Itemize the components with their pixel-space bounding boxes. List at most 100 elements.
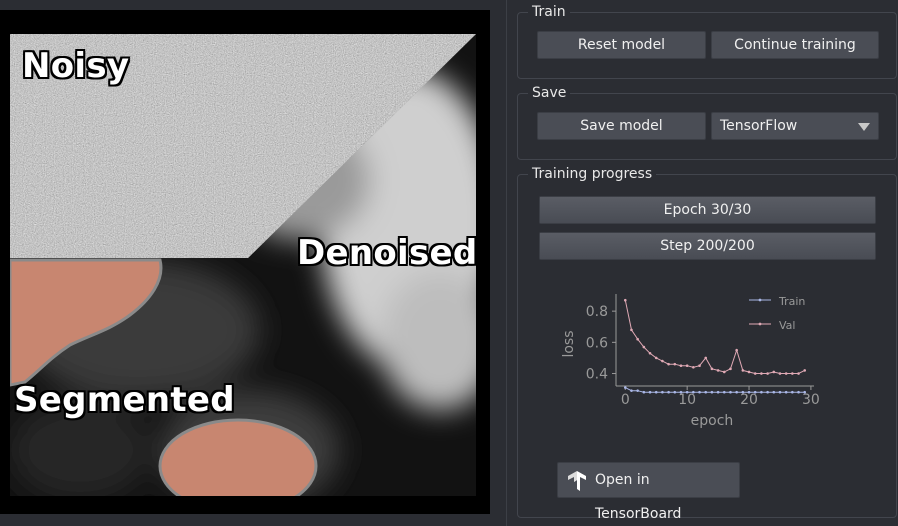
data-point-val bbox=[679, 364, 683, 368]
data-point-train bbox=[735, 390, 738, 394]
data-point-val bbox=[766, 372, 769, 375]
data-point-train bbox=[778, 390, 782, 394]
loss-chart: 0 10 20 30 0.4 0.6 0.8 epoch loss Train Val bbox=[561, 294, 820, 429]
data-point-train bbox=[698, 390, 701, 394]
series-line-val bbox=[624, 300, 805, 374]
data-point-train bbox=[791, 390, 794, 394]
y-tick-label: 0.6 bbox=[586, 335, 608, 351]
data-point-val bbox=[797, 372, 800, 375]
step-progress-bar: Step 200/200 bbox=[539, 232, 876, 260]
data-point-train bbox=[710, 390, 714, 394]
data-point-train bbox=[772, 390, 776, 394]
data-point-train bbox=[661, 390, 664, 394]
data-point-val bbox=[704, 356, 708, 360]
epoch-progress-bar: Epoch 30/30 bbox=[539, 196, 876, 224]
series-line-train bbox=[625, 387, 805, 393]
legend-marker-train bbox=[758, 298, 762, 302]
data-point-train bbox=[766, 390, 769, 394]
data-point-train bbox=[797, 390, 800, 394]
data-point-val bbox=[667, 362, 670, 366]
denoised-label: Denoised bbox=[297, 233, 478, 273]
y-tick-label: 0.8 bbox=[586, 304, 608, 320]
format-select[interactable]: TensorFlow bbox=[711, 112, 879, 140]
reset-model-button[interactable]: Reset model bbox=[537, 31, 706, 59]
data-point-val bbox=[753, 372, 757, 375]
x-tick-label: 0 bbox=[621, 392, 630, 408]
data-point-train bbox=[623, 386, 627, 389]
data-point-val bbox=[735, 348, 738, 352]
data-point-val bbox=[747, 370, 751, 374]
step-progress-label: Step 200/200 bbox=[660, 238, 755, 254]
x-axis-label: epoch bbox=[691, 413, 734, 429]
data-point-val bbox=[630, 328, 633, 332]
data-point-train bbox=[722, 390, 726, 394]
data-point-train bbox=[636, 389, 639, 392]
data-point-val bbox=[642, 345, 646, 349]
data-point-val bbox=[760, 372, 763, 375]
x-tick-label: 20 bbox=[740, 392, 758, 408]
data-point-val bbox=[692, 365, 695, 369]
data-point-train bbox=[729, 390, 732, 394]
train-group-title: Train bbox=[528, 4, 570, 20]
tensorflow-logo-icon bbox=[568, 471, 586, 491]
data-point-val bbox=[654, 356, 658, 360]
y-axis-label: loss bbox=[561, 330, 577, 357]
y-tick-label: 0.4 bbox=[586, 367, 608, 383]
data-point-val bbox=[698, 364, 701, 368]
open-tensorboard-label: Open in TensorBoard bbox=[595, 472, 682, 522]
data-point-val bbox=[729, 367, 732, 371]
segment-region bbox=[158, 418, 318, 496]
app-root: Noisy Denoised Segmented Train Reset mod… bbox=[0, 0, 898, 526]
legend-marker-val bbox=[758, 322, 762, 326]
x-tick-label: 30 bbox=[802, 392, 820, 408]
data-point-train bbox=[747, 390, 751, 394]
data-point-val bbox=[685, 364, 689, 368]
data-point-val bbox=[648, 351, 652, 355]
save-group: Save Save model TensorFlow bbox=[517, 85, 897, 160]
data-point-train bbox=[685, 390, 689, 394]
data-point-val bbox=[791, 372, 794, 375]
x-tick-label: 10 bbox=[678, 392, 696, 408]
format-select-value: TensorFlow bbox=[720, 118, 798, 134]
data-point-train bbox=[704, 390, 708, 394]
data-point-train bbox=[741, 390, 745, 394]
data-point-val bbox=[623, 298, 627, 302]
legend-label-val: Val bbox=[779, 319, 795, 332]
data-point-train bbox=[679, 390, 683, 394]
continue-training-button[interactable]: Continue training bbox=[711, 31, 879, 59]
data-point-val bbox=[722, 370, 726, 374]
noisy-label: Noisy bbox=[22, 46, 130, 86]
save-model-button[interactable]: Save model bbox=[537, 112, 706, 140]
open-tensorboard-button[interactable]: Open in TensorBoard bbox=[557, 462, 740, 522]
data-point-train bbox=[642, 390, 646, 394]
image-viewer[interactable]: Noisy Denoised Segmented bbox=[0, 10, 490, 514]
data-point-val bbox=[661, 359, 664, 363]
data-point-train bbox=[784, 390, 788, 394]
data-point-train bbox=[630, 389, 633, 392]
data-point-val bbox=[803, 369, 807, 372]
panel-divider[interactable] bbox=[506, 0, 507, 526]
data-point-train bbox=[673, 390, 677, 394]
data-point-train bbox=[654, 390, 658, 394]
data-point-train bbox=[753, 390, 757, 394]
data-point-train bbox=[716, 390, 720, 394]
data-point-val bbox=[673, 362, 677, 366]
data-point-train bbox=[648, 390, 652, 394]
legend-label-train: Train bbox=[778, 295, 805, 308]
data-point-train bbox=[667, 390, 670, 394]
data-point-val bbox=[778, 372, 782, 375]
data-point-train bbox=[760, 390, 763, 394]
training-progress-title: Training progress bbox=[528, 166, 657, 182]
data-point-val bbox=[710, 367, 714, 371]
data-point-train bbox=[692, 390, 695, 394]
data-point-train bbox=[803, 390, 807, 394]
chevron-down-icon bbox=[858, 123, 870, 131]
data-point-val bbox=[784, 372, 788, 375]
save-group-title: Save bbox=[528, 85, 571, 101]
data-point-val bbox=[772, 370, 776, 374]
data-point-val bbox=[741, 369, 745, 372]
train-group: Train Reset model Continue training bbox=[517, 4, 897, 79]
segmented-label: Segmented bbox=[14, 380, 235, 420]
data-point-val bbox=[636, 337, 639, 341]
epoch-progress-label: Epoch 30/30 bbox=[663, 202, 752, 218]
